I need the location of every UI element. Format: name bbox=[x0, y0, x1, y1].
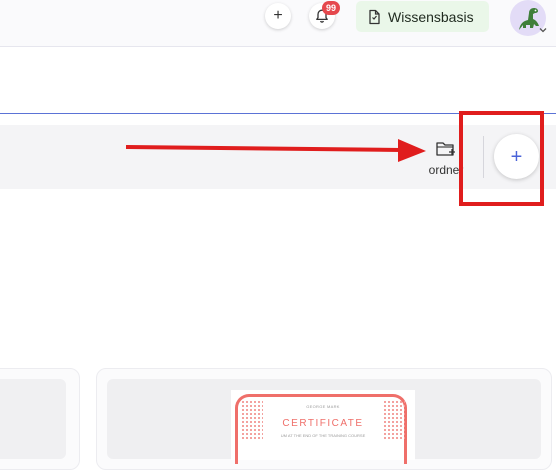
notification-count-badge: 99 bbox=[322, 1, 340, 15]
folder-plus-icon bbox=[436, 142, 455, 156]
plus-icon: + bbox=[510, 145, 523, 168]
card-thumbnail bbox=[0, 379, 66, 459]
certificate-recipient: GEORGE MARK bbox=[306, 404, 340, 409]
plus-icon: + bbox=[273, 7, 283, 24]
knowledge-base-label: Wissensbasis bbox=[388, 8, 474, 25]
document-icon bbox=[369, 9, 380, 24]
add-button[interactable]: + bbox=[494, 134, 539, 179]
annotation-arrow-icon bbox=[126, 139, 426, 162]
header-add-button[interactable]: + bbox=[265, 3, 291, 29]
certificate-subtitle: UM AT THE END OF THE TRAINING COURSE bbox=[280, 433, 366, 438]
chevron-down-icon[interactable] bbox=[538, 25, 548, 35]
search-input-underline[interactable] bbox=[0, 113, 556, 114]
certificate-thumbnail: GEORGE MARK CERTIFICATE UM AT THE END OF… bbox=[231, 390, 415, 464]
certificate-title: CERTIFICATE bbox=[282, 418, 364, 429]
toolbar-divider bbox=[483, 136, 484, 178]
new-folder-label: ordner bbox=[428, 163, 464, 177]
knowledge-base-button[interactable]: Wissensbasis bbox=[356, 1, 489, 32]
